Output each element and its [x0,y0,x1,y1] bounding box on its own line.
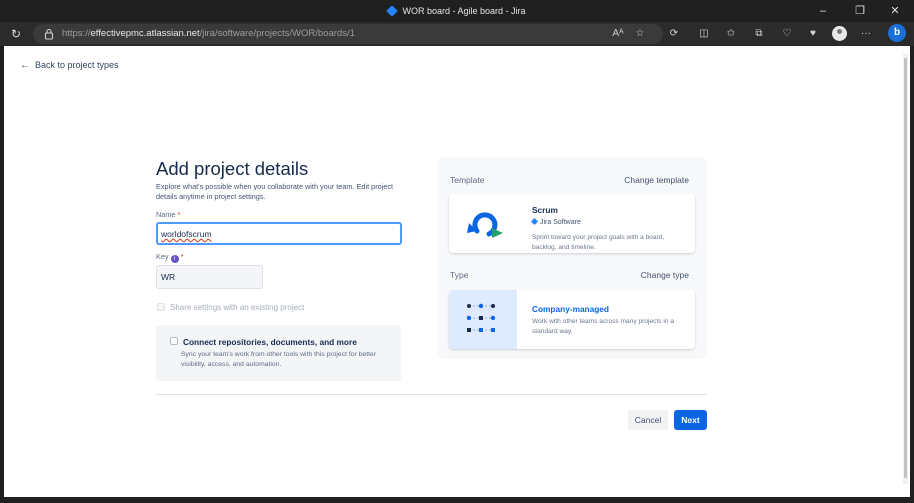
change-type-button[interactable]: Change type [641,270,689,280]
template-type-panel: Template Change template Scrum Jira Soft… [438,157,707,359]
required-mark: * [177,210,181,219]
window-title: WOR board - Agile board - Jira [0,5,914,17]
type-description: Work with other teams across many projec… [532,318,675,335]
company-managed-art [449,290,517,349]
required-mark: * [180,252,184,261]
project-name-value: worldofscrum [161,229,212,239]
change-template-button[interactable]: Change template [624,175,689,185]
footer-divider [156,394,707,395]
share-settings-checkbox [157,303,165,311]
template-section-label: Template [450,175,485,185]
key-label: Key i * [156,252,183,263]
company-managed-icon [466,303,497,332]
page-content: ← Back to project types Add project detai… [4,46,910,497]
lock-icon [44,28,54,40]
favorite-star-icon[interactable]: ☆ [633,27,647,41]
more-options-icon[interactable]: ··· [859,27,873,41]
name-label-text: Name [156,210,176,219]
favorites-icon[interactable]: ✩ [724,27,738,41]
profile-avatar-icon[interactable] [832,26,847,41]
type-card[interactable]: Company-managed Work with other teams ac… [449,290,695,349]
arrow-left-icon: ← [20,60,30,71]
extension-icon[interactable]: ⟳ [667,27,681,41]
template-card[interactable]: Scrum Jira Software Sprint toward your p… [449,194,695,253]
window-title-text: WOR board - Agile board - Jira [402,6,526,16]
page-description: Explore what's possible when you collabo… [156,182,394,201]
jira-software-icon [530,217,539,226]
cancel-button[interactable]: Cancel [628,410,668,430]
jira-software-label: Jira Software [530,217,581,226]
refresh-icon[interactable]: ↻ [8,26,24,42]
browser-essentials-icon[interactable]: ♡ [780,27,794,41]
name-label: Name * [156,210,180,219]
back-link-label: Back to project types [35,60,119,70]
url-text: https://effectivepmc.atlassian.net/jira/… [62,28,355,39]
url-prefix: https:// [62,28,91,39]
bing-copilot-icon[interactable]: b [888,24,906,42]
key-label-text: Key [156,252,169,261]
close-window-button[interactable]: ✕ [880,3,910,19]
read-aloud-icon[interactable]: Aᴬ [611,27,625,41]
connect-subtitle: Sync your team's work from other tools w… [181,351,377,368]
browser-toolbar: ↻ https://effectivepmc.atlassian.net/jir… [0,22,914,46]
scrollbar-thumb[interactable] [904,58,907,478]
health-icon[interactable]: ♥ [806,27,820,41]
share-settings-label: Share settings with an existing project [170,303,305,312]
back-to-project-types-link[interactable]: ← Back to project types [20,60,119,71]
connect-title: Connect repositories, documents, and mor… [183,337,357,347]
info-icon[interactable]: i [170,255,179,263]
share-settings-option: Share settings with an existing project [157,303,304,312]
project-key-input[interactable]: WR [156,265,263,289]
collections-icon[interactable]: ⧉ [752,27,766,41]
type-section-label: Type [450,270,469,280]
browser-window: WOR board - Agile board - Jira – ❐ ✕ ↻ h… [0,0,914,503]
connect-repositories-section: Connect repositories, documents, and mor… [156,325,401,381]
title-bar: WOR board - Agile board - Jira – ❐ ✕ [0,0,914,22]
page-scrollbar[interactable] [903,54,908,484]
url-host: effectivepmc.atlassian.net [90,28,200,39]
maximize-button[interactable]: ❐ [845,3,875,19]
split-screen-icon[interactable]: ◫ [697,27,711,41]
jira-software-text: Jira Software [540,219,581,226]
jira-logo-icon [386,5,399,17]
template-name: Scrum [532,205,558,215]
project-key-value: WR [161,272,176,282]
type-name: Company-managed [532,304,609,314]
address-bar[interactable]: https://effectivepmc.atlassian.net/jira/… [33,24,663,44]
next-button[interactable]: Next [674,410,707,430]
url-path: /jira/software/projects/WOR/boards/1 [199,28,355,39]
connect-repositories-checkbox[interactable] [170,337,178,345]
minimize-button[interactable]: – [808,3,838,19]
project-name-input[interactable]: worldofscrum [156,222,402,245]
scrum-illustration-icon [467,212,503,238]
template-description: Sprint toward your project goals with a … [532,234,665,251]
page-title: Add project details [156,158,309,179]
